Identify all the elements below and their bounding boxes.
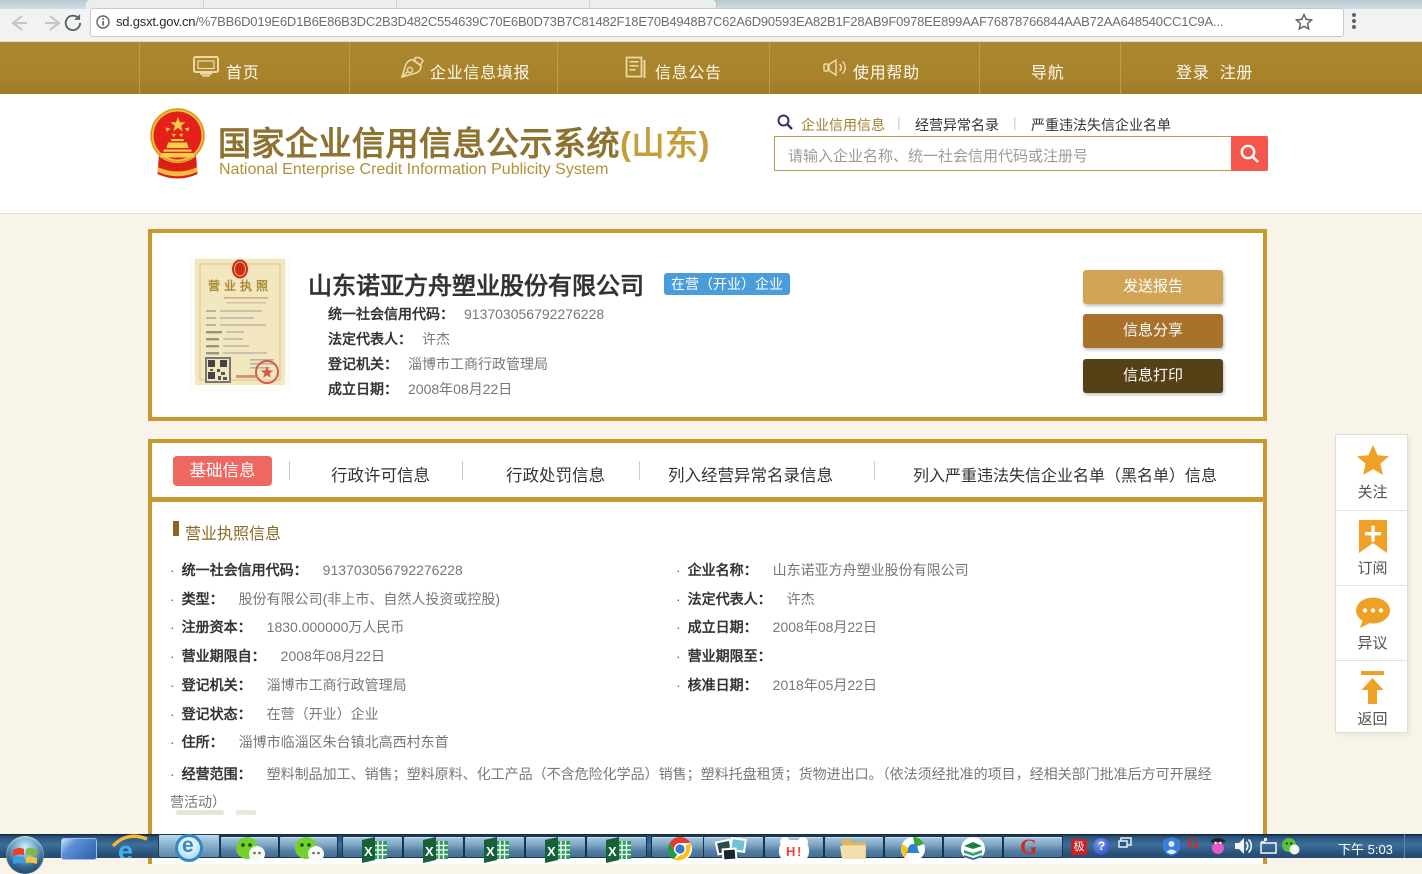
svg-text:X: X (364, 844, 373, 859)
svg-text:X: X (547, 844, 556, 859)
svg-text:营业执照: 营业执照 (208, 278, 272, 293)
svg-text:!: ! (797, 844, 801, 859)
svg-text:X: X (486, 844, 495, 859)
svg-text:H: H (786, 844, 795, 859)
svg-text:X: X (425, 844, 434, 859)
svg-text:X: X (608, 844, 617, 859)
